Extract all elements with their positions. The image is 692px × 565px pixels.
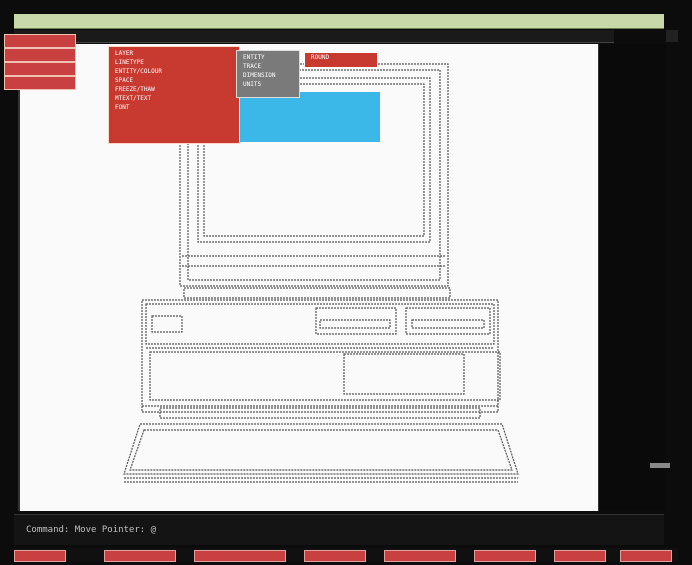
toolbar-button-2[interactable] [4,48,76,62]
status-segment[interactable] [474,550,536,562]
submenu-item[interactable]: ENTITY [237,53,299,62]
menu-item[interactable]: FREEZE/THAW [109,85,239,94]
dropdown-menu: LAYER LINETYPE ENTITY/COLOUR SPACE FREEZ… [108,46,240,144]
command-line[interactable]: Command: Move Pointer: @ [14,514,664,545]
nested-submenu: ROUND [304,52,378,68]
highlight-area [240,92,380,142]
title-bar [14,14,664,29]
right-side-panel [598,44,665,511]
menu-item[interactable]: ENTITY/COLOUR [109,67,239,76]
window-control-icon[interactable] [666,30,678,42]
menu-item[interactable]: LINETYPE [109,58,239,67]
status-segment[interactable] [104,550,176,562]
toolbar-button-4[interactable] [4,76,76,90]
scroll-indicator[interactable] [650,463,670,468]
toolbar-button-1[interactable] [4,34,76,48]
submenu-item[interactable]: UNITS [237,80,299,89]
status-segment[interactable] [304,550,366,562]
status-segment[interactable] [384,550,456,562]
status-segment[interactable] [194,550,286,562]
menu-bar [14,30,614,43]
window-title [14,22,18,28]
submenu: ENTITY TRACE DIMENSION UNITS [236,50,300,98]
menu-item[interactable]: MTEXT/TEXT [109,94,239,103]
nested-submenu-item[interactable]: ROUND [305,53,377,63]
toolbar-button-3[interactable] [4,62,76,76]
menu-item[interactable]: SPACE [109,76,239,85]
status-segment[interactable] [554,550,606,562]
submenu-item[interactable]: TRACE [237,62,299,71]
menu-item[interactable]: FONT [109,103,239,112]
submenu-item[interactable]: DIMENSION [237,71,299,80]
status-segment[interactable] [14,550,66,562]
status-segment[interactable] [620,550,672,562]
menu-item[interactable]: LAYER [109,49,239,58]
status-bar [14,548,678,562]
command-text: Command: Move Pointer: @ [26,525,157,535]
